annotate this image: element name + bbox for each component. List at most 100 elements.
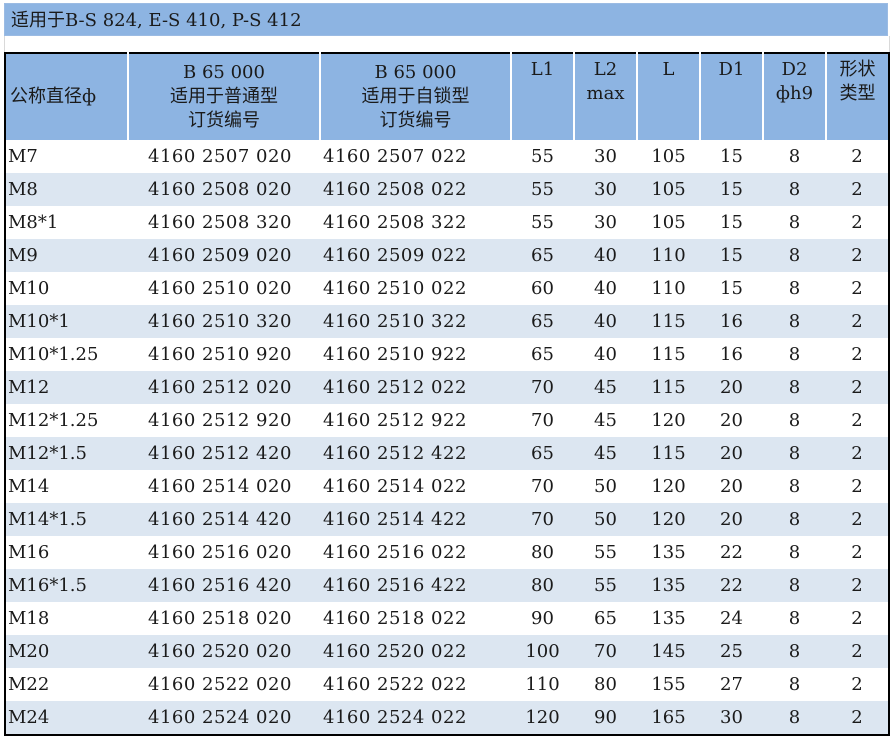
selflock-order-no-cell[interactable]: 4160 2518 022 <box>320 602 511 635</box>
l-cell[interactable]: 135 <box>637 602 700 635</box>
l-cell[interactable]: 105 <box>637 206 700 239</box>
l2-cell[interactable]: 30 <box>574 140 637 173</box>
standard-order-no-cell[interactable]: 4160 2512 420 <box>128 437 320 470</box>
d2-cell[interactable]: 8 <box>763 602 826 635</box>
d2-cell[interactable]: 8 <box>763 536 826 569</box>
shape-type-cell[interactable]: 2 <box>826 569 889 602</box>
d1-cell[interactable]: 22 <box>700 569 763 602</box>
l2-cell[interactable]: 40 <box>574 338 637 371</box>
size-cell[interactable]: M20 <box>5 635 128 668</box>
shape-type-cell[interactable]: 2 <box>826 503 889 536</box>
shape-type-cell[interactable]: 2 <box>826 668 889 701</box>
l2-cell[interactable]: 50 <box>574 470 637 503</box>
l2-cell[interactable]: 40 <box>574 272 637 305</box>
standard-order-no-cell[interactable]: 4160 2520 020 <box>128 635 320 668</box>
selflock-order-no-cell[interactable]: 4160 2508 322 <box>320 206 511 239</box>
l-cell[interactable]: 115 <box>637 338 700 371</box>
shape-type-cell[interactable]: 2 <box>826 635 889 668</box>
standard-order-no-cell[interactable]: 4160 2522 020 <box>128 668 320 701</box>
selflock-order-no-cell[interactable]: 4160 2522 022 <box>320 668 511 701</box>
standard-order-no-cell[interactable]: 4160 2514 420 <box>128 503 320 536</box>
l2-cell[interactable]: 55 <box>574 536 637 569</box>
l-cell[interactable]: 120 <box>637 503 700 536</box>
d1-cell[interactable]: 20 <box>700 437 763 470</box>
d2-cell[interactable]: 8 <box>763 173 826 206</box>
l1-cell[interactable]: 80 <box>511 536 574 569</box>
d1-cell[interactable]: 20 <box>700 503 763 536</box>
l1-cell[interactable]: 70 <box>511 503 574 536</box>
l1-cell[interactable]: 70 <box>511 404 574 437</box>
size-cell[interactable]: M18 <box>5 602 128 635</box>
d2-cell[interactable]: 8 <box>763 272 826 305</box>
shape-type-cell[interactable]: 2 <box>826 173 889 206</box>
l2-cell[interactable]: 65 <box>574 602 637 635</box>
size-cell[interactable]: M10 <box>5 272 128 305</box>
l1-cell[interactable]: 100 <box>511 635 574 668</box>
selflock-order-no-cell[interactable]: 4160 2514 422 <box>320 503 511 536</box>
table-title[interactable]: 适用于B-S 824, E-S 410, P-S 412 <box>4 3 888 36</box>
size-cell[interactable]: M9 <box>5 239 128 272</box>
selflock-order-no-cell[interactable]: 4160 2509 022 <box>320 239 511 272</box>
l1-cell[interactable]: 65 <box>511 305 574 338</box>
l1-cell[interactable]: 80 <box>511 569 574 602</box>
standard-order-no-cell[interactable]: 4160 2514 020 <box>128 470 320 503</box>
size-cell[interactable]: M12*1.5 <box>5 437 128 470</box>
l1-cell[interactable]: 65 <box>511 338 574 371</box>
standard-order-no-cell[interactable]: 4160 2508 320 <box>128 206 320 239</box>
l-cell[interactable]: 110 <box>637 272 700 305</box>
d2-cell[interactable]: 8 <box>763 635 826 668</box>
standard-order-no-cell[interactable]: 4160 2507 020 <box>128 140 320 173</box>
l2-cell[interactable]: 55 <box>574 569 637 602</box>
size-cell[interactable]: M22 <box>5 668 128 701</box>
d1-cell[interactable]: 15 <box>700 140 763 173</box>
d2-cell[interactable]: 8 <box>763 404 826 437</box>
l2-cell[interactable]: 80 <box>574 668 637 701</box>
size-cell[interactable]: M14*1.5 <box>5 503 128 536</box>
d1-cell[interactable]: 15 <box>700 272 763 305</box>
size-cell[interactable]: M10*1 <box>5 305 128 338</box>
l-cell[interactable]: 105 <box>637 173 700 206</box>
size-cell[interactable]: M24 <box>5 701 128 735</box>
d1-cell[interactable]: 16 <box>700 338 763 371</box>
standard-order-no-cell[interactable]: 4160 2518 020 <box>128 602 320 635</box>
d1-cell[interactable]: 15 <box>700 173 763 206</box>
shape-type-cell[interactable]: 2 <box>826 305 889 338</box>
standard-order-no-cell[interactable]: 4160 2509 020 <box>128 239 320 272</box>
size-cell[interactable]: M16*1.5 <box>5 569 128 602</box>
d2-cell[interactable]: 8 <box>763 239 826 272</box>
d1-cell[interactable]: 30 <box>700 701 763 735</box>
standard-order-no-cell[interactable]: 4160 2516 020 <box>128 536 320 569</box>
l-cell[interactable]: 120 <box>637 470 700 503</box>
d1-cell[interactable]: 20 <box>700 371 763 404</box>
standard-order-no-cell[interactable]: 4160 2512 020 <box>128 371 320 404</box>
selflock-order-no-cell[interactable]: 4160 2508 022 <box>320 173 511 206</box>
l-cell[interactable]: 115 <box>637 371 700 404</box>
d1-cell[interactable]: 15 <box>700 206 763 239</box>
size-cell[interactable]: M8 <box>5 173 128 206</box>
d1-cell[interactable]: 27 <box>700 668 763 701</box>
d2-cell[interactable]: 8 <box>763 338 826 371</box>
d2-cell[interactable]: 8 <box>763 371 826 404</box>
empty-row[interactable] <box>4 36 890 52</box>
size-cell[interactable]: M7 <box>5 140 128 173</box>
selflock-order-no-cell[interactable]: 4160 2510 022 <box>320 272 511 305</box>
l2-cell[interactable]: 45 <box>574 371 637 404</box>
selflock-order-no-cell[interactable]: 4160 2524 022 <box>320 701 511 735</box>
l2-cell[interactable]: 40 <box>574 305 637 338</box>
l1-cell[interactable]: 55 <box>511 140 574 173</box>
d1-cell[interactable]: 16 <box>700 305 763 338</box>
l2-cell[interactable]: 90 <box>574 701 637 735</box>
l-cell[interactable]: 135 <box>637 536 700 569</box>
d1-cell[interactable]: 22 <box>700 536 763 569</box>
l2-cell[interactable]: 40 <box>574 239 637 272</box>
selflock-order-no-cell[interactable]: 4160 2520 022 <box>320 635 511 668</box>
shape-type-cell[interactable]: 2 <box>826 338 889 371</box>
header-shape-type[interactable]: 形状 类型 <box>826 53 889 140</box>
d1-cell[interactable]: 20 <box>700 404 763 437</box>
size-cell[interactable]: M14 <box>5 470 128 503</box>
d1-cell[interactable]: 20 <box>700 470 763 503</box>
d1-cell[interactable]: 15 <box>700 239 763 272</box>
selflock-order-no-cell[interactable]: 4160 2510 322 <box>320 305 511 338</box>
l1-cell[interactable]: 65 <box>511 239 574 272</box>
standard-order-no-cell[interactable]: 4160 2508 020 <box>128 173 320 206</box>
